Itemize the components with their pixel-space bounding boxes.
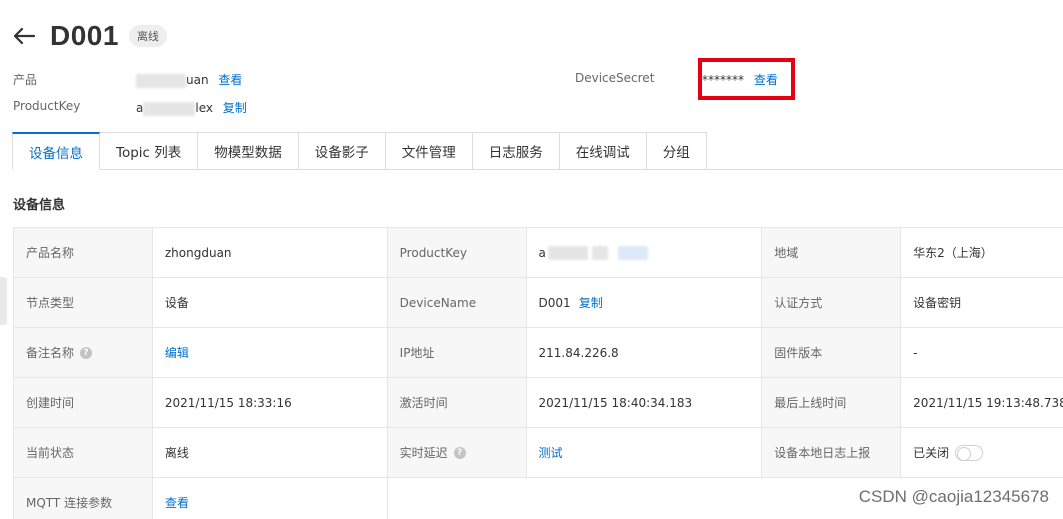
last-online-time-value: 2021/11/15 19:13:48.738	[901, 378, 1063, 428]
table-row: 创建时间 2021/11/15 18:33:16 激活时间 2021/11/15…	[14, 378, 1063, 428]
tab-bar: 设备信息 Topic 列表 物模型数据 设备影子 文件管理 日志服务 在线调试 …	[12, 132, 707, 170]
tab-thing-model-data[interactable]: 物模型数据	[198, 132, 299, 170]
status-badge: 离线	[128, 25, 167, 47]
highlight-box	[698, 58, 795, 100]
page-header: D001 离线	[12, 18, 167, 54]
activated-time-value: 2021/11/15 18:40:34.183	[526, 378, 763, 428]
page-title: D001	[50, 20, 119, 51]
redacted-blur	[617, 245, 648, 260]
watermark: CSDN @caojia12345678	[858, 487, 1049, 506]
firmware-version-label: 固件版本	[762, 328, 902, 378]
region-label: 地域	[762, 228, 902, 278]
tab-online-debug[interactable]: 在线调试	[559, 132, 647, 170]
help-icon[interactable]: ?	[80, 346, 93, 359]
current-status-label: 当前状态	[14, 428, 153, 478]
mqtt-params-label: MQTT 连接参数	[14, 478, 153, 519]
created-time-value: 2021/11/15 18:33:16	[152, 378, 388, 428]
last-online-time-label: 最后上线时间	[762, 378, 902, 428]
side-collapse-handle[interactable]	[0, 277, 7, 325]
product-name-label: 产品名称	[14, 228, 153, 278]
tab-device-info[interactable]: 设备信息	[12, 132, 100, 170]
latency-test-link[interactable]: 测试	[539, 444, 563, 461]
devicename-value: D001 复制	[526, 278, 763, 328]
section-title: 设备信息	[13, 198, 66, 213]
ip-address-value: 211.84.226.8	[526, 328, 763, 378]
tab-device-shadow[interactable]: 设备影子	[298, 132, 386, 170]
tab-topic-list[interactable]: Topic 列表	[100, 132, 199, 170]
remark-edit-link[interactable]: 编辑	[165, 344, 189, 361]
region-value: 华东2（上海）	[901, 228, 1063, 278]
table-row: 产品名称 zhongduan ProductKey a 地域 华东2（上海）	[14, 228, 1063, 278]
productkey-copy-link[interactable]: 复制	[223, 101, 247, 115]
table-row: 节点类型 设备 DeviceName D001 复制 认证方式 设备密钥	[14, 278, 1063, 328]
auth-method-value: 设备密钥	[901, 278, 1063, 328]
redacted-blur	[143, 101, 196, 116]
tab-file-management[interactable]: 文件管理	[385, 132, 473, 170]
table-row: 当前状态 离线 实时延迟 ? 测试 设备本地日志上报 已关闭	[14, 428, 1063, 478]
redacted-blur	[547, 245, 588, 260]
local-log-report-label: 设备本地日志上报	[762, 428, 902, 478]
realtime-latency-label: 实时延迟 ?	[387, 428, 527, 478]
firmware-version-value: -	[901, 328, 1063, 378]
redacted-blur	[591, 245, 608, 260]
local-log-toggle[interactable]	[955, 444, 984, 461]
help-icon[interactable]: ?	[453, 446, 466, 459]
product-view-link[interactable]: 查看	[218, 73, 242, 87]
tab-group[interactable]: 分组	[646, 132, 707, 170]
remark-name-label: 备注名称 ?	[14, 328, 153, 378]
current-status-value: 离线	[152, 428, 388, 478]
tab-log-service[interactable]: 日志服务	[472, 132, 560, 170]
productkey-cell-label: ProductKey	[387, 228, 527, 278]
node-type-value: 设备	[152, 278, 388, 328]
product-label: 产品	[13, 73, 38, 87]
node-type-label: 节点类型	[14, 278, 153, 328]
product-name-value: zhongduan	[152, 228, 388, 278]
realtime-latency-value: 测试	[526, 428, 763, 478]
devicename-label: DeviceName	[387, 278, 527, 328]
productkey-value: a lex 复制	[136, 101, 247, 116]
created-time-label: 创建时间	[14, 378, 153, 428]
devicesecret-label: DeviceSecret	[575, 71, 655, 85]
redacted-blur	[136, 73, 186, 88]
auth-method-label: 认证方式	[762, 278, 902, 328]
devicename-copy-link[interactable]: 复制	[579, 294, 603, 311]
back-arrow-icon[interactable]	[12, 24, 36, 48]
mqtt-view-link[interactable]: 查看	[165, 494, 189, 511]
device-info-table: 产品名称 zhongduan ProductKey a 地域 华东2（上海） 节…	[13, 227, 1063, 519]
productkey-label: ProductKey	[13, 99, 81, 113]
table-row: 备注名称 ? 编辑 IP地址 211.84.226.8 固件版本 -	[14, 328, 1063, 378]
productkey-cell-value: a	[526, 228, 763, 278]
remark-name-value: 编辑	[152, 328, 388, 378]
ip-address-label: IP地址	[387, 328, 527, 378]
mqtt-params-value: 查看	[153, 478, 388, 519]
activated-time-label: 激活时间	[387, 378, 527, 428]
product-value: uan 查看	[136, 71, 242, 88]
local-log-report-value: 已关闭	[901, 428, 1063, 478]
